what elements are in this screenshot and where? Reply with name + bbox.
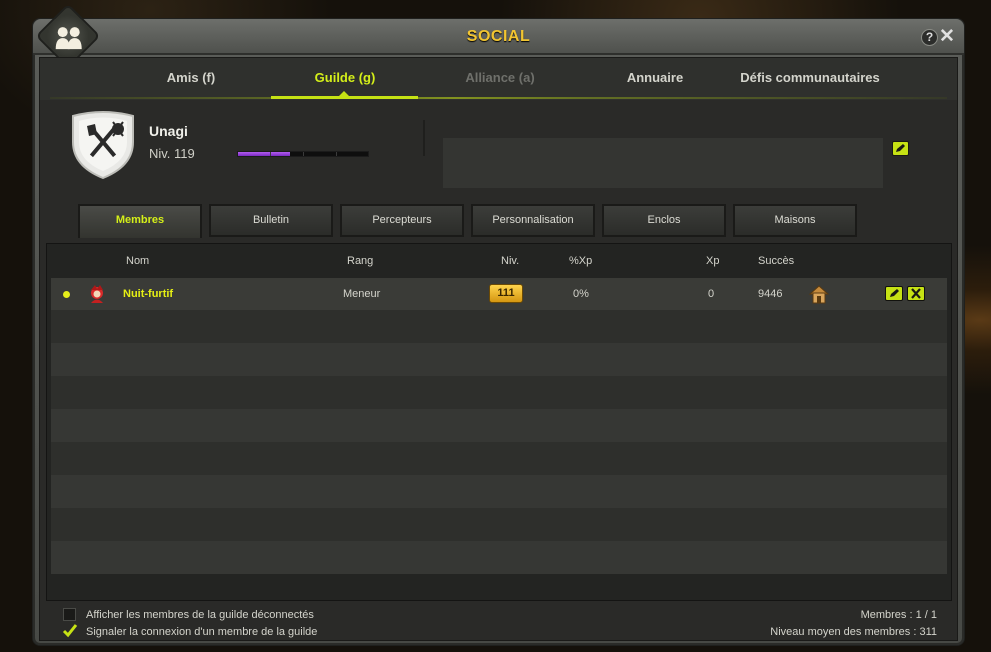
members-footer: Afficher les membres de la guilde déconn… [40, 604, 957, 642]
empty-row [51, 409, 947, 442]
guild-message-box [443, 138, 883, 188]
guild-sub-tabs: Membres Bulletin Percepteurs Personnalis… [40, 204, 957, 239]
member-xp-percent: 0% [573, 288, 589, 300]
empty-row [51, 442, 947, 475]
members-count: Membres : 1 / 1 [860, 609, 937, 621]
notify-login-label: Signaler la connexion d'un membre de la … [86, 626, 318, 638]
column-header-niv[interactable]: Niv. [501, 255, 519, 267]
tab-guilde[interactable]: Guilde (g) [290, 70, 400, 85]
show-offline-label: Afficher les membres de la guilde déconn… [86, 609, 314, 621]
main-tab-bar: Amis (f) Guilde (g) Alliance (a) Annuair… [40, 58, 957, 100]
social-window: SOCIAL ? ✕ Amis (f) Guilde (g) Alliance … [32, 3, 965, 646]
window-titlebar[interactable]: SOCIAL ? ✕ [33, 3, 964, 69]
kick-member-button[interactable] [907, 286, 925, 301]
xp-tick [336, 152, 337, 156]
window-title: SOCIAL [466, 28, 531, 45]
guild-xp-fill [238, 152, 290, 156]
edit-message-button[interactable] [892, 141, 909, 156]
member-rank: Meneur [343, 288, 381, 300]
tab-alliance[interactable]: Alliance (a) [445, 70, 555, 85]
pencil-icon [896, 144, 905, 152]
empty-row [51, 310, 947, 343]
tab-separator [50, 97, 947, 99]
tab-defis-communautaires[interactable]: Défis communautaires [730, 70, 890, 85]
column-header-nom[interactable]: Nom [126, 255, 149, 267]
empty-row [51, 343, 947, 376]
column-header-xp-percent[interactable]: %Xp [569, 255, 592, 267]
subtab-membres[interactable]: Membres [78, 204, 202, 238]
members-table: Nom Rang Niv. %Xp Xp Succès Nuit-furtif … [46, 243, 952, 601]
header-divider [423, 120, 425, 156]
house-icon[interactable] [808, 283, 830, 305]
column-header-succes[interactable]: Succès [758, 255, 794, 267]
show-offline-checkbox[interactable] [63, 608, 76, 621]
guild-emblem [72, 111, 134, 180]
xp-tick [270, 152, 271, 156]
table-row[interactable]: Nuit-furtif Meneur 111 0% 0 9446 [51, 278, 947, 310]
member-xp: 0 [708, 288, 715, 300]
member-level-badge: 111 [489, 284, 523, 303]
tab-annuaire[interactable]: Annuaire [600, 70, 710, 85]
empty-row [51, 376, 947, 409]
average-level: Niveau moyen des membres : 311 [770, 626, 937, 638]
guild-name: Unagi [149, 123, 188, 139]
subtab-bulletin[interactable]: Bulletin [209, 204, 333, 237]
column-header-xp[interactable]: Xp [706, 255, 719, 267]
pencil-icon [890, 289, 899, 297]
close-icon [911, 288, 921, 299]
checkmark-icon[interactable] [62, 623, 78, 638]
xp-tick [303, 152, 304, 156]
empty-row [51, 508, 947, 541]
empty-row [51, 541, 947, 574]
help-button[interactable]: ? [921, 29, 938, 46]
close-button[interactable]: ✕ [938, 27, 956, 47]
column-header-rang[interactable]: Rang [347, 255, 373, 267]
guild-header: Unagi Niv. 119 [40, 100, 957, 190]
character-avatar-icon [91, 285, 103, 303]
active-tab-notch [338, 91, 350, 97]
subtab-personnalisation[interactable]: Personnalisation [471, 204, 595, 237]
online-status-dot [63, 291, 70, 298]
subtab-maisons[interactable]: Maisons [733, 204, 857, 237]
edit-member-button[interactable] [885, 286, 903, 301]
window-content: Amis (f) Guilde (g) Alliance (a) Annuair… [39, 57, 958, 641]
tab-amis[interactable]: Amis (f) [136, 70, 246, 85]
subtab-percepteurs[interactable]: Percepteurs [340, 204, 464, 237]
member-name[interactable]: Nuit-furtif [123, 288, 173, 300]
guild-level: Niv. 119 [149, 146, 195, 161]
empty-row [51, 475, 947, 508]
guild-xp-bar [237, 151, 369, 157]
subtab-enclos[interactable]: Enclos [602, 204, 726, 237]
member-success: 9446 [758, 288, 783, 300]
